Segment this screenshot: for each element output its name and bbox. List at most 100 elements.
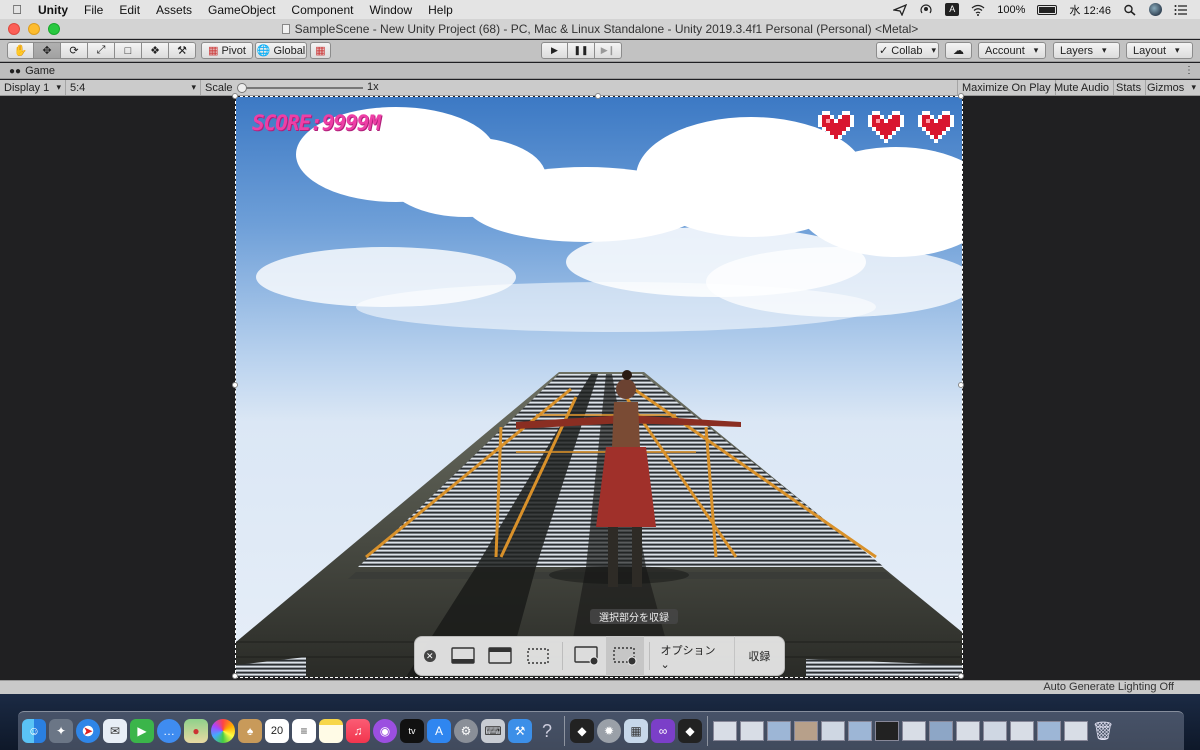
options-dropdown[interactable]: オプション [654, 642, 733, 671]
system-preferences-icon[interactable]: ⚙ [454, 719, 478, 743]
wifi-icon[interactable] [971, 4, 985, 16]
close-capture-icon[interactable]: ✕ [424, 650, 436, 662]
minimized-window[interactable] [713, 721, 737, 741]
selection-handle[interactable] [595, 93, 601, 99]
scale-tool-icon[interactable]: ⤢ [88, 42, 115, 59]
settings-wheel-icon[interactable]: ✹ [597, 719, 621, 743]
notes-icon[interactable] [319, 719, 343, 743]
maps-icon[interactable]: ● [184, 719, 208, 743]
layout-dropdown[interactable]: Layout [1126, 42, 1193, 59]
record-screen-icon[interactable] [568, 636, 606, 676]
minimized-window[interactable] [1064, 721, 1088, 741]
minimized-window[interactable] [956, 721, 980, 741]
preview-icon[interactable]: ▦ [624, 719, 648, 743]
custom-tool-icon[interactable]: ⚒ [169, 42, 196, 59]
scale-slider-track[interactable] [243, 87, 363, 89]
podcasts-icon[interactable]: ◉ [373, 719, 397, 743]
aspect-dropdown[interactable]: 5:4 [66, 80, 201, 95]
account-dropdown[interactable]: Account [978, 42, 1046, 59]
send-icon[interactable] [893, 3, 908, 16]
spotlight-search-icon[interactable] [1123, 4, 1137, 16]
photos-icon[interactable] [211, 719, 235, 743]
minimized-window[interactable] [1010, 721, 1034, 741]
rotate-tool-icon[interactable]: ⟳ [61, 42, 88, 59]
menu-help[interactable]: Help [420, 3, 461, 17]
unity-hub-icon[interactable]: ◆ [570, 719, 594, 743]
play-button[interactable]: ▶ [541, 42, 568, 59]
display-dropdown[interactable]: Display 1 [0, 80, 66, 95]
music-icon[interactable]: ♫ [346, 719, 370, 743]
minimized-window[interactable] [767, 721, 791, 741]
minimized-window[interactable] [848, 721, 872, 741]
capture-selection-icon[interactable] [519, 636, 557, 676]
podcast-icon[interactable] [919, 3, 933, 16]
minimized-window[interactable] [929, 721, 953, 741]
rect-tool-icon[interactable]: □ [115, 42, 142, 59]
cloud-button[interactable]: ☁ [945, 42, 972, 59]
capture-screen-icon[interactable] [444, 636, 482, 676]
step-button[interactable]: ▶❙ [595, 42, 622, 59]
move-tool-icon[interactable]: ✥ [34, 42, 61, 59]
capture-window-icon[interactable] [481, 636, 519, 676]
apple-icon[interactable]:  [0, 2, 34, 17]
menu-window[interactable]: Window [361, 3, 420, 17]
minimized-window[interactable] [740, 721, 764, 741]
collab-dropdown[interactable]: ✓ Collab [876, 42, 939, 59]
selection-handle[interactable] [232, 673, 238, 679]
selection-handle[interactable] [232, 93, 238, 99]
layers-dropdown[interactable]: Layers [1053, 42, 1120, 59]
game-scene[interactable]: SCORE:9999M [236, 97, 962, 677]
calendar-icon[interactable]: 20 [265, 719, 289, 743]
mail-icon[interactable]: ✉ [103, 719, 127, 743]
help-icon[interactable]: ? [535, 719, 559, 743]
menu-app-unity[interactable]: Unity [34, 3, 76, 17]
messages-icon[interactable]: … [157, 719, 181, 743]
menu-gameobject[interactable]: GameObject [200, 3, 283, 17]
selection-handle[interactable] [958, 93, 964, 99]
xcode-icon[interactable]: ⚒ [508, 719, 532, 743]
menu-file[interactable]: File [76, 3, 111, 17]
safari-icon[interactable]: ➤ [76, 719, 100, 743]
trash-icon[interactable]: 🗑 [1091, 719, 1115, 743]
pause-button[interactable]: ❚❚ [568, 42, 595, 59]
pivot-button[interactable]: ▦ Pivot [201, 42, 253, 59]
selection-handle[interactable] [958, 673, 964, 679]
scale-slider-handle[interactable] [237, 83, 247, 93]
finder-icon[interactable]: ☺ [22, 719, 46, 743]
unity-editor-icon[interactable]: ◆ [678, 719, 702, 743]
facetime-icon[interactable]: ▶ [130, 719, 154, 743]
tab-menu-icon[interactable]: ⋮ [1184, 65, 1194, 76]
minimized-window[interactable] [821, 721, 845, 741]
gizmos-dropdown[interactable]: Gizmos [1143, 80, 1200, 95]
user-avatar[interactable] [1149, 3, 1162, 16]
input-method-icon[interactable]: A [945, 3, 960, 16]
maximize-on-play-toggle[interactable]: Maximize On Play [957, 80, 1056, 95]
snap-button[interactable]: ▦ [310, 42, 331, 59]
hand-tool-icon[interactable]: ✋ [7, 42, 34, 59]
apple-tv-icon[interactable]: tv [400, 719, 424, 743]
minimized-window[interactable] [875, 721, 899, 741]
menu-assets[interactable]: Assets [148, 3, 200, 17]
menu-component[interactable]: Component [283, 3, 361, 17]
battery-icon[interactable] [1037, 4, 1058, 15]
selection-handle[interactable] [232, 382, 238, 388]
reminders-icon[interactable]: ≡ [292, 719, 316, 743]
record-button[interactable]: 収録 [733, 636, 784, 676]
clock[interactable]: 水 12:46 [1069, 2, 1111, 18]
stats-toggle[interactable]: Stats [1112, 80, 1147, 95]
minimized-window[interactable] [794, 721, 818, 741]
app-store-icon[interactable]: A [427, 719, 451, 743]
transform-tool-icon[interactable]: ❖ [142, 42, 169, 59]
menu-edit[interactable]: Edit [111, 3, 148, 17]
selection-handle[interactable] [958, 382, 964, 388]
minimized-window[interactable] [1037, 721, 1061, 741]
tab-game[interactable]: ●● Game [3, 63, 61, 79]
visual-studio-icon[interactable]: ∞ [651, 719, 675, 743]
mute-audio-toggle[interactable]: Mute Audio [1050, 80, 1115, 95]
notification-center-icon[interactable] [1174, 4, 1188, 16]
launchpad-icon[interactable]: ✦ [49, 719, 73, 743]
keyboard-icon[interactable]: ⌨ [481, 719, 505, 743]
global-button[interactable]: 🌐 Global [255, 42, 307, 59]
minimized-window[interactable] [983, 721, 1007, 741]
minimized-window[interactable] [902, 721, 926, 741]
